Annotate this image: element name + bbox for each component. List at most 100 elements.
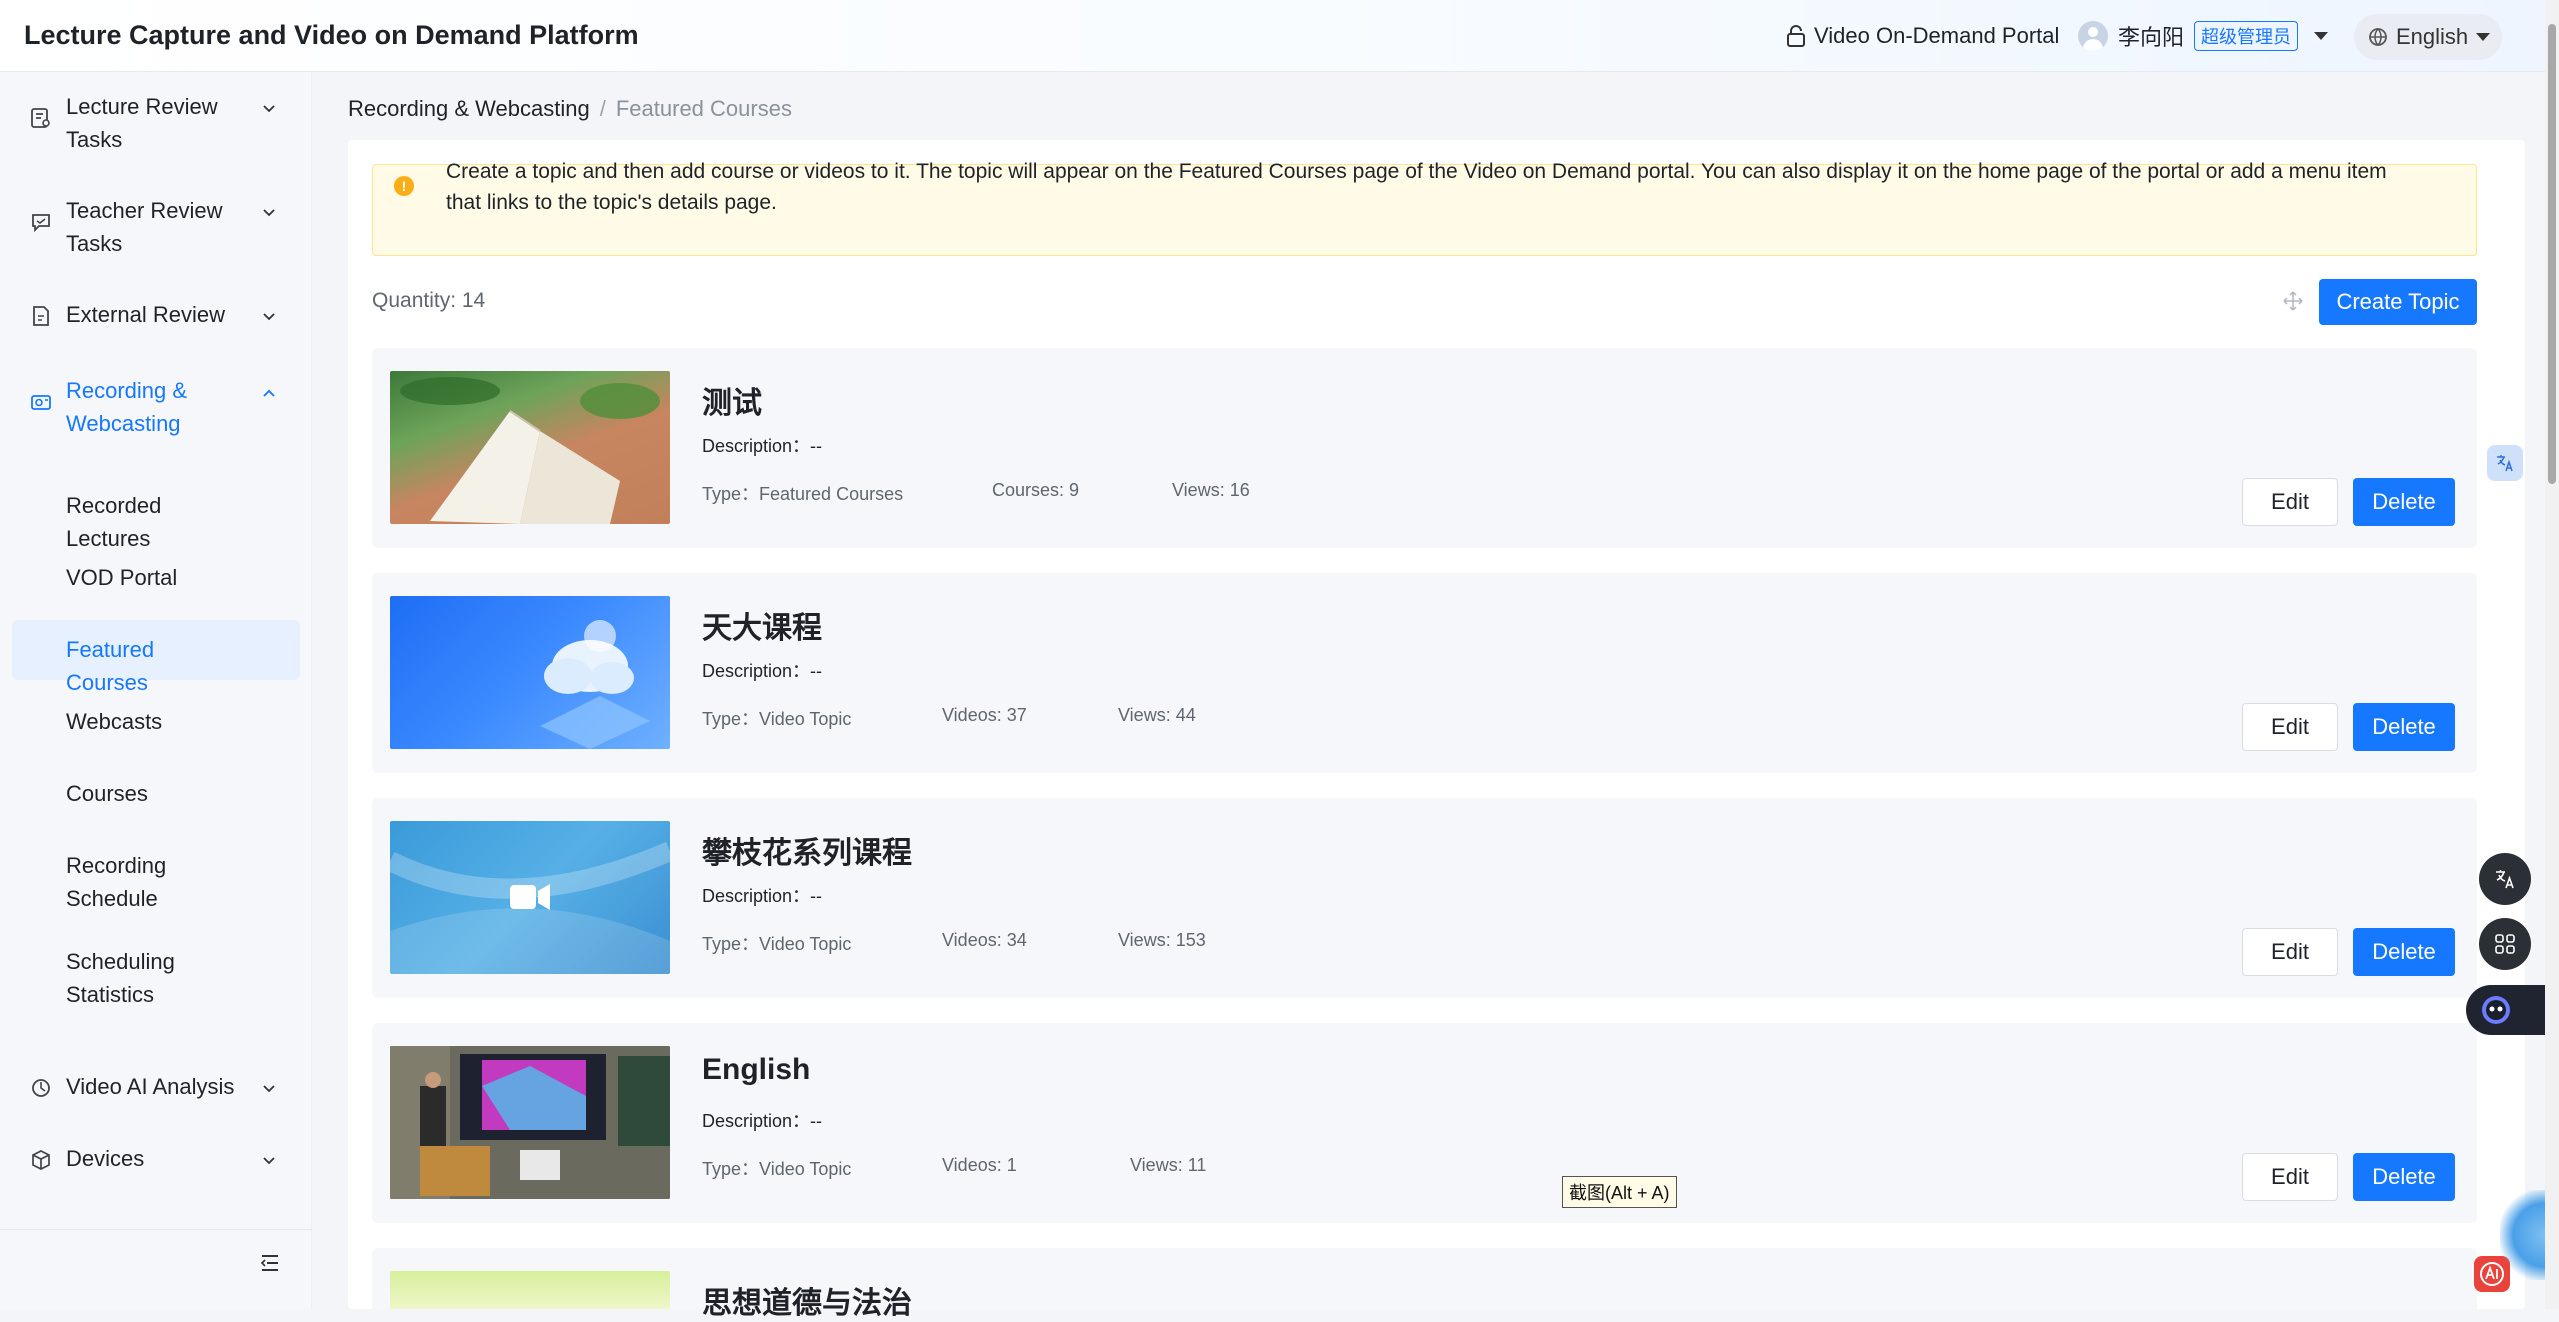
sidebar-item-label: Recorded Lectures <box>66 493 162 551</box>
topic-views: Views: 16 <box>1172 480 1250 500</box>
sidebar-item-label: Devices <box>66 1146 145 1171</box>
language-selector[interactable]: English <box>2354 14 2502 60</box>
delete-button[interactable]: Delete <box>2353 1153 2455 1201</box>
classroom-photo <box>390 1046 670 1199</box>
decorative-orb <box>2500 1190 2545 1280</box>
collapse-menu-icon[interactable] <box>260 1254 280 1272</box>
topic-card: 攀枝花系列课程 Description：-- Type：Video Topic … <box>372 798 2477 998</box>
topic-item-count: Videos: 37 <box>942 705 1027 725</box>
sidebar-item-teacher-review-tasks[interactable]: Teacher Review Tasks <box>0 194 312 264</box>
topic-card: 天大课程 Description：-- Type：Video Topic Vid… <box>372 573 2477 773</box>
topic-type: Type：Featured Courses <box>702 484 904 504</box>
topic-card: 思想道德与法治 <box>372 1248 2477 1320</box>
vod-portal-link[interactable]: Video On-Demand Portal <box>1786 0 2059 72</box>
sidebar-item-label: Recording Schedule <box>66 853 167 911</box>
translate-tool-button[interactable] <box>2479 853 2531 905</box>
vod-portal-label: Video On-Demand Portal <box>1814 23 2060 48</box>
language-label: English <box>2396 24 2469 49</box>
apps-grid-icon <box>2495 934 2515 954</box>
ai-analysis-icon <box>32 1079 50 1097</box>
assistant-float-button[interactable] <box>2466 985 2545 1035</box>
role-badge: 超级管理员 <box>2194 21 2299 51</box>
cube-icon <box>32 1150 50 1170</box>
topic-description: Description：-- <box>702 436 823 456</box>
breadcrumb: Recording & Webcasting / Featured Courses <box>348 96 792 122</box>
sidebar-subitem-recorded-lectures[interactable]: Recorded Lectures <box>12 476 300 551</box>
notice-text: Create a topic and then add course or vi… <box>446 160 2387 214</box>
topic-item-count: Videos: 34 <box>942 930 1027 950</box>
topic-thumbnail[interactable] <box>390 596 670 749</box>
sidebar: Lecture Review Tasks Teacher Review Task… <box>0 72 312 1309</box>
topic-title: English <box>702 1053 811 1086</box>
camera-icon <box>31 395 51 410</box>
topic-thumbnail[interactable] <box>390 371 670 524</box>
avatar <box>2078 21 2108 51</box>
drag-sort-icon[interactable] <box>2282 290 2304 312</box>
translate-icon <box>2497 455 2513 472</box>
sidebar-item-video-ai-analysis[interactable]: Video AI Analysis <box>0 1070 312 1110</box>
sidebar-subitem-scheduling-statistics[interactable]: Scheduling Statistics <box>12 932 300 1012</box>
sidebar-item-label: Lecture Review Tasks <box>66 94 218 152</box>
sidebar-subitem-vod-portal[interactable]: VOD Portal <box>12 548 300 608</box>
topic-thumbnail[interactable] <box>390 821 670 974</box>
chat-review-icon <box>32 214 50 233</box>
topic-description: Description：-- <box>702 1111 823 1131</box>
topic-thumbnail[interactable] <box>390 1046 670 1199</box>
edit-button[interactable]: Edit <box>2242 928 2338 976</box>
sidebar-item-label: Scheduling Statistics <box>66 949 175 1007</box>
chevron-down-icon <box>2476 33 2491 41</box>
topic-card: English Description：-- Type：Video Topic … <box>372 1023 2477 1223</box>
cloud-illustration <box>540 620 650 749</box>
edit-button[interactable]: Edit <box>2242 703 2338 751</box>
translate-icon <box>2496 870 2514 889</box>
sidebar-item-lecture-review-tasks[interactable]: Lecture Review Tasks <box>0 90 312 160</box>
topic-views: Views: 153 <box>1118 930 1206 950</box>
user-name: 李向阳 <box>2118 25 2185 50</box>
book-image <box>400 377 660 524</box>
sidebar-item-label: VOD Portal <box>66 565 178 590</box>
breadcrumb-current: Featured Courses <box>615 96 792 121</box>
sidebar-item-label: Courses <box>66 781 148 806</box>
topic-type: Type：Video Topic <box>702 934 852 954</box>
sidebar-item-devices[interactable]: Devices <box>0 1142 312 1182</box>
lock-icon <box>1787 25 1805 47</box>
sidebar-divider <box>0 1229 312 1230</box>
sidebar-item-label: External Review <box>66 302 225 327</box>
topic-description: Description：-- <box>702 661 823 681</box>
topic-thumbnail[interactable] <box>390 1271 670 1309</box>
translate-float-button[interactable] <box>2487 445 2523 481</box>
user-menu[interactable]: 李向阳 超级管理员 <box>2078 0 2329 72</box>
delete-button[interactable]: Delete <box>2353 928 2455 976</box>
chevron-down-icon <box>2314 32 2329 40</box>
sidebar-item-recording-webcasting[interactable]: Recording & Webcasting <box>0 374 312 444</box>
globe-icon <box>2369 28 2387 46</box>
sidebar-item-external-review[interactable]: External Review <box>0 298 312 338</box>
breadcrumb-parent[interactable]: Recording & Webcasting <box>348 96 590 121</box>
quantity-count: Quantity: 14 <box>372 289 486 312</box>
chevron-down-icon <box>263 1085 275 1093</box>
delete-button[interactable]: Delete <box>2353 478 2455 526</box>
assistant-robot-icon <box>2482 996 2510 1024</box>
sidebar-subitem-webcasts[interactable]: Webcasts <box>12 692 300 752</box>
sidebar-item-label: Video AI Analysis <box>66 1074 235 1099</box>
create-topic-button[interactable]: Create Topic <box>2319 279 2477 325</box>
sidebar-item-label: Webcasts <box>66 709 163 734</box>
breadcrumb-separator: / <box>599 96 606 121</box>
scrollbar-thumb[interactable] <box>2548 24 2556 484</box>
topic-type: Type：Video Topic <box>702 709 852 729</box>
edit-button[interactable]: Edit <box>2242 478 2338 526</box>
topic-type: Type：Video Topic <box>702 1159 852 1179</box>
video-placeholder <box>390 841 670 974</box>
apps-tool-button[interactable] <box>2479 918 2531 970</box>
delete-button[interactable]: Delete <box>2353 703 2455 751</box>
edit-button[interactable]: Edit <box>2242 1153 2338 1201</box>
sidebar-subitem-courses[interactable]: Courses <box>12 764 300 824</box>
sidebar-item-label: Teacher Review Tasks <box>66 198 223 256</box>
review-task-icon <box>31 108 50 128</box>
sidebar-subitem-recording-schedule[interactable]: Recording Schedule <box>12 836 300 916</box>
warning-icon: ! <box>394 176 414 196</box>
sidebar-subitem-featured-courses[interactable]: Featured Courses <box>12 620 300 695</box>
topic-item-count: Videos: 1 <box>942 1155 1017 1175</box>
topic-views: Views: 11 <box>1130 1155 1207 1175</box>
topic-title: 天大课程 <box>702 612 822 645</box>
